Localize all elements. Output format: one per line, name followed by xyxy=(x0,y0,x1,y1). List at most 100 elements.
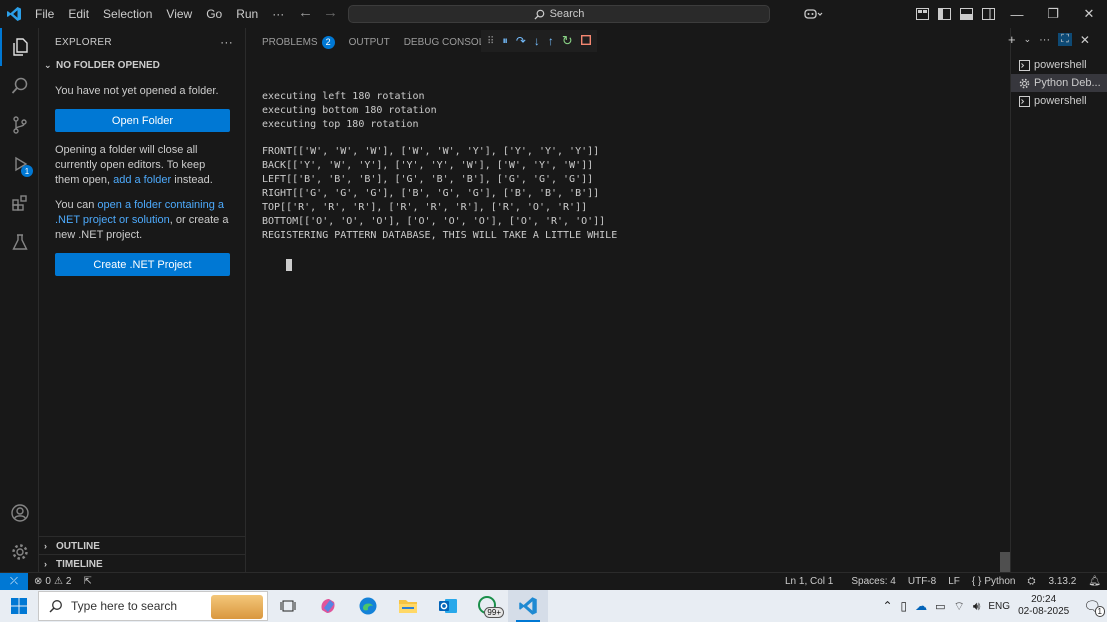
outline-section[interactable]: › OUTLINE xyxy=(39,536,246,555)
python-interpreter[interactable]: ⛭ 3.13.2 xyxy=(1021,576,1082,587)
copilot-icon[interactable] xyxy=(797,0,831,28)
error-icon: ⊗ xyxy=(34,576,43,587)
menu-item-view[interactable]: View xyxy=(159,0,199,28)
menu-item-edit[interactable]: Edit xyxy=(61,0,96,28)
copilot-app-icon[interactable] xyxy=(308,590,348,622)
explorer-header: EXPLORER ··· xyxy=(39,28,245,56)
terminal-line: executing left 180 rotation xyxy=(262,90,425,102)
maximize-panel-icon[interactable]: ⛶ xyxy=(1058,33,1072,46)
new-terminal-icon[interactable]: + xyxy=(1008,32,1016,47)
pause-icon[interactable]: ⏸ xyxy=(502,35,508,48)
stop-icon[interactable] xyxy=(580,34,591,48)
windows-start-icon[interactable] xyxy=(0,590,38,622)
toggle-panel-icon[interactable] xyxy=(955,0,977,28)
onedrive-icon[interactable]: ☁ xyxy=(915,599,927,613)
menu-item-file[interactable]: File xyxy=(28,0,61,28)
command-center-search[interactable]: Search xyxy=(348,5,770,23)
create-net-project-button[interactable]: Create .NET Project xyxy=(55,253,230,276)
chevron-down-icon: ⌄ xyxy=(44,59,52,70)
extensions-icon[interactable] xyxy=(0,184,39,222)
section-title: NO FOLDER OPENED xyxy=(56,59,160,71)
restart-icon[interactable]: ↻ xyxy=(562,33,573,49)
no-folder-section-header[interactable]: ⌄ NO FOLDER OPENED xyxy=(39,56,245,74)
run-debug-badge: 1 xyxy=(21,165,33,177)
toggle-secondary-sidebar-icon[interactable] xyxy=(977,0,999,28)
terminal-output[interactable]: executing left 180 rotation executing bot… xyxy=(262,62,617,289)
device-icon[interactable]: ▯ xyxy=(901,599,908,613)
python-version: 3.13.2 xyxy=(1048,576,1077,587)
tab-debug-console[interactable]: DEBUG CONSOLE xyxy=(404,28,491,56)
language-label: Python xyxy=(984,576,1016,587)
restore-button[interactable]: ❐ xyxy=(1035,0,1071,28)
menu-item-more[interactable]: ··· xyxy=(265,0,291,28)
add-folder-link[interactable]: add a folder xyxy=(113,174,171,186)
terminal-item-powershell-2[interactable]: powershell xyxy=(1011,92,1107,110)
problems-status[interactable]: ⊗ 0 ⚠ 2 xyxy=(28,576,77,587)
language-mode[interactable]: { } Python xyxy=(966,576,1022,587)
warning-count: 2 xyxy=(65,576,72,587)
input-language[interactable]: ENG xyxy=(988,601,1010,612)
step-into-icon[interactable]: ↓ xyxy=(534,34,540,48)
show-hidden-icons-icon[interactable]: ⌃ xyxy=(882,599,892,613)
drag-handle-icon[interactable]: ⠿ xyxy=(487,36,494,47)
wifi-icon[interactable]: ⌔ xyxy=(954,599,965,614)
menu-bar: File Edit Selection View Go Run ··· xyxy=(28,0,291,28)
task-view-icon[interactable] xyxy=(268,590,308,622)
whatsapp-badge: 99+ xyxy=(484,607,504,618)
manage-gear-icon[interactable] xyxy=(0,533,39,571)
open-folder-button[interactable]: Open Folder xyxy=(55,109,230,132)
terminal-item-powershell[interactable]: powershell xyxy=(1011,56,1107,74)
cursor-position[interactable]: Ln 1, Col 1 xyxy=(779,576,839,587)
search-icon[interactable] xyxy=(0,67,39,105)
menu-item-selection[interactable]: Selection xyxy=(96,0,159,28)
terminal-item-python-debug[interactable]: Python Deb... xyxy=(1011,74,1107,92)
end-of-line[interactable]: LF xyxy=(942,576,966,587)
clock-date: 02-08-2025 xyxy=(1018,606,1070,617)
panel-tabs: PROBLEMS 2 OUTPUT DEBUG CONSOLE xyxy=(246,28,1010,56)
outlook-icon[interactable] xyxy=(428,590,468,622)
edge-browser-icon[interactable] xyxy=(348,590,388,622)
terminal-scrollbar[interactable] xyxy=(1000,552,1010,572)
vscode-taskbar-icon[interactable] xyxy=(508,590,548,622)
remote-indicator-icon[interactable]: ⤫ xyxy=(0,572,28,591)
battery-icon[interactable]: ▭ xyxy=(935,600,945,613)
file-explorer-icon[interactable] xyxy=(388,590,428,622)
encoding[interactable]: UTF-8 xyxy=(902,576,942,587)
close-panel-icon[interactable]: ✕ xyxy=(1080,33,1090,47)
warning-icon: ⚠ xyxy=(53,576,63,587)
title-bar: File Edit Selection View Go Run ··· ← → Search… xyxy=(0,0,1107,28)
minimize-button[interactable]: — xyxy=(999,0,1035,28)
more-actions-icon[interactable]: ··· xyxy=(1039,34,1050,46)
terminal-lines: executing left 180 rotation executing bot… xyxy=(262,90,617,243)
whatsapp-icon[interactable]: 99+ xyxy=(468,590,508,622)
taskbar-search-input[interactable]: Type here to search xyxy=(38,591,268,621)
notification-center-icon[interactable]: 🗨︎ 1 xyxy=(1083,598,1105,617)
back-arrow-icon[interactable]: ← xyxy=(298,4,313,21)
error-count: 0 xyxy=(45,576,51,587)
menu-item-go[interactable]: Go xyxy=(199,0,229,28)
clock[interactable]: 20:24 02-08-2025 xyxy=(1018,594,1069,618)
volume-icon[interactable]: 🔊︎ xyxy=(973,599,981,614)
indentation[interactable]: Spaces: 4 xyxy=(845,576,901,587)
notifications-bell-icon[interactable]: 🔔︎ xyxy=(1082,576,1107,587)
chevron-down-icon[interactable]: ⌄ xyxy=(1024,34,1032,45)
toggle-primary-sidebar-icon[interactable] xyxy=(933,0,955,28)
explorer-icon[interactable] xyxy=(0,28,39,66)
source-control-icon[interactable] xyxy=(0,106,39,144)
run-debug-icon[interactable]: 1 xyxy=(0,145,39,183)
terminal-line: RIGHT[['G', 'G', 'G'], ['B', 'G', 'G'], … xyxy=(262,188,600,200)
forward-arrow-icon[interactable]: → xyxy=(323,4,338,21)
step-out-icon[interactable]: ↑ xyxy=(548,34,554,48)
step-over-icon[interactable]: ↷ xyxy=(516,34,526,48)
testing-icon[interactable] xyxy=(0,223,39,261)
timeline-section[interactable]: › TIMELINE xyxy=(39,554,246,573)
tab-problems[interactable]: PROBLEMS 2 xyxy=(262,28,335,56)
customize-layout-icon[interactable] xyxy=(911,0,933,28)
accounts-icon[interactable] xyxy=(0,494,39,532)
close-window-button[interactable]: ✕ xyxy=(1071,0,1107,28)
ports-icon[interactable]: ⇱ xyxy=(77,576,97,587)
more-actions-icon[interactable]: ··· xyxy=(220,35,233,49)
tab-output[interactable]: OUTPUT xyxy=(349,28,390,56)
menu-item-run[interactable]: Run xyxy=(229,0,265,28)
debug-toolbar: ⠿ ⏸ ↷ ↓ ↑ ↻ xyxy=(481,30,597,52)
